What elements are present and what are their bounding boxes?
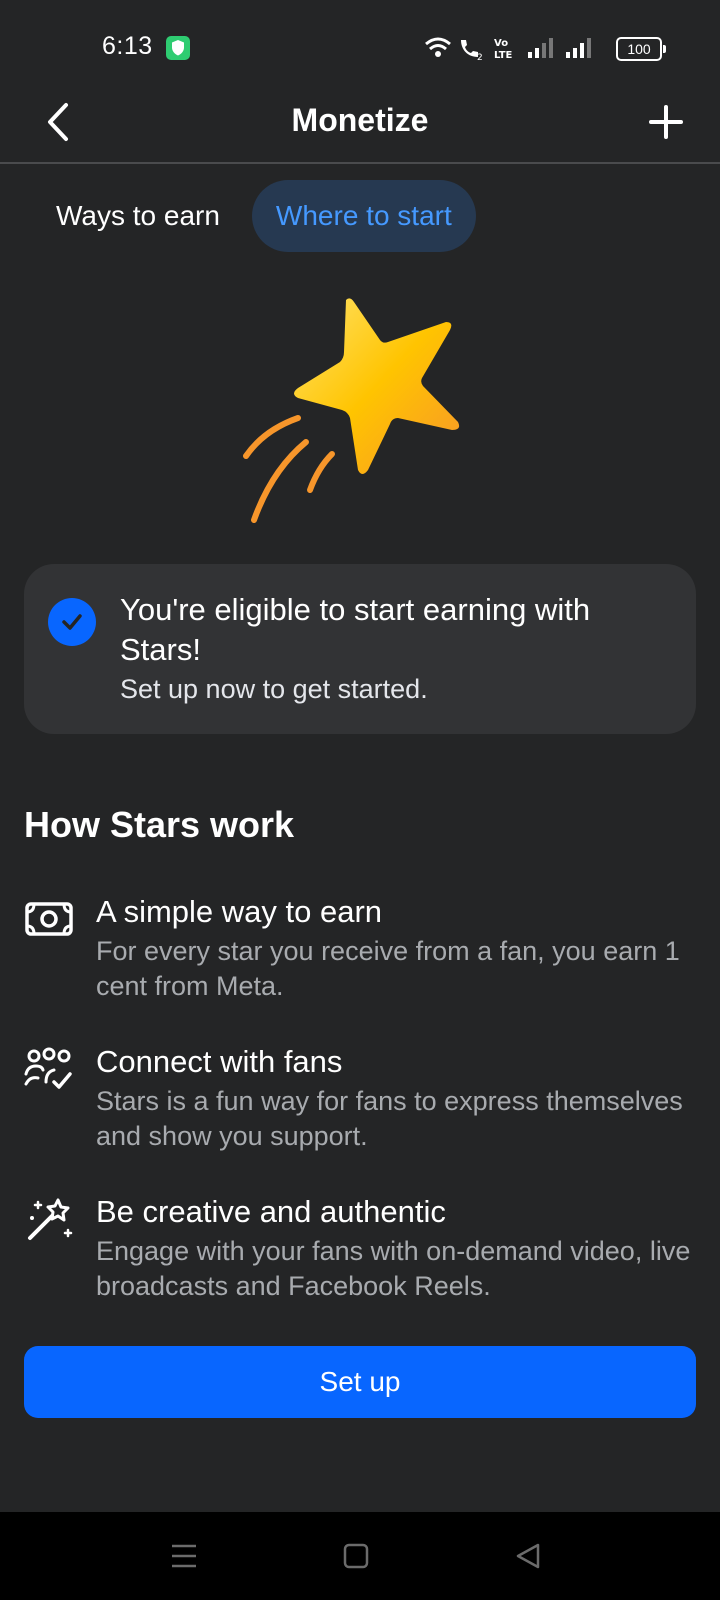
wifi-call-icon: 2: [461, 40, 483, 62]
system-nav-bar: [0, 1512, 720, 1600]
square-icon: [343, 1543, 369, 1569]
check-circle-icon: [48, 598, 96, 646]
svg-text:LTE: LTE: [494, 50, 513, 61]
status-bar: 6:13 2 Vo LTE 100: [0, 0, 720, 86]
volte-icon: Vo LTE: [494, 38, 513, 61]
app-header: Monetize: [0, 86, 720, 164]
magic-wand-icon: [28, 1198, 73, 1240]
signal-icon: [528, 38, 553, 58]
section-title: How Stars work: [24, 804, 295, 845]
people-check-icon: [24, 1047, 72, 1089]
menu-nav-button[interactable]: [164, 1536, 204, 1576]
setup-button[interactable]: Set up: [24, 1346, 696, 1418]
battery-icon: 100: [616, 37, 666, 61]
status-time: 6:13: [102, 32, 153, 60]
add-button[interactable]: [638, 94, 694, 150]
eligibility-title: You're eligible to start earning with St…: [120, 592, 591, 667]
feature-title: A simple way to earn: [96, 894, 383, 929]
plus-icon: [649, 105, 683, 139]
tab-bar: Ways to earn Where to start: [36, 180, 476, 252]
tab-ways-to-earn[interactable]: Ways to earn: [36, 180, 240, 252]
star-icon: [294, 298, 460, 474]
back-nav-button[interactable]: [508, 1536, 548, 1576]
home-nav-button[interactable]: [336, 1536, 376, 1576]
feature-title: Be creative and authentic: [96, 1194, 446, 1229]
menu-icon: [172, 1544, 196, 1568]
feature-item: A simple way to earn For every star you …: [24, 894, 696, 1014]
feature-item: Connect with fans Stars is a fun way for…: [24, 1044, 696, 1164]
page-title: Monetize: [291, 102, 429, 138]
triangle-back-icon: [516, 1543, 540, 1569]
eligibility-subtitle: Set up now to get started.: [120, 674, 428, 704]
status-icons: 2 Vo LTE: [425, 37, 591, 62]
feature-item: Be creative and authentic Engage with yo…: [24, 1194, 696, 1314]
eligibility-card: You're eligible to start earning with St…: [24, 564, 696, 734]
shield-icon: [166, 36, 190, 60]
svg-text:Vo: Vo: [494, 38, 508, 49]
feature-description: Engage with your fans with on-demand vid…: [96, 1236, 691, 1301]
feature-description: Stars is a fun way for fans to express t…: [96, 1086, 683, 1151]
star-illustration: [243, 298, 460, 523]
feature-title: Connect with fans: [96, 1044, 343, 1079]
svg-text:2: 2: [477, 53, 483, 62]
signal-icon: [566, 38, 591, 58]
motion-lines: [243, 415, 335, 523]
wifi-icon: [425, 37, 451, 57]
feature-description: For every star you receive from a fan, y…: [96, 936, 680, 1001]
cash-icon: [25, 902, 73, 936]
tab-where-to-start[interactable]: Where to start: [251, 180, 476, 252]
